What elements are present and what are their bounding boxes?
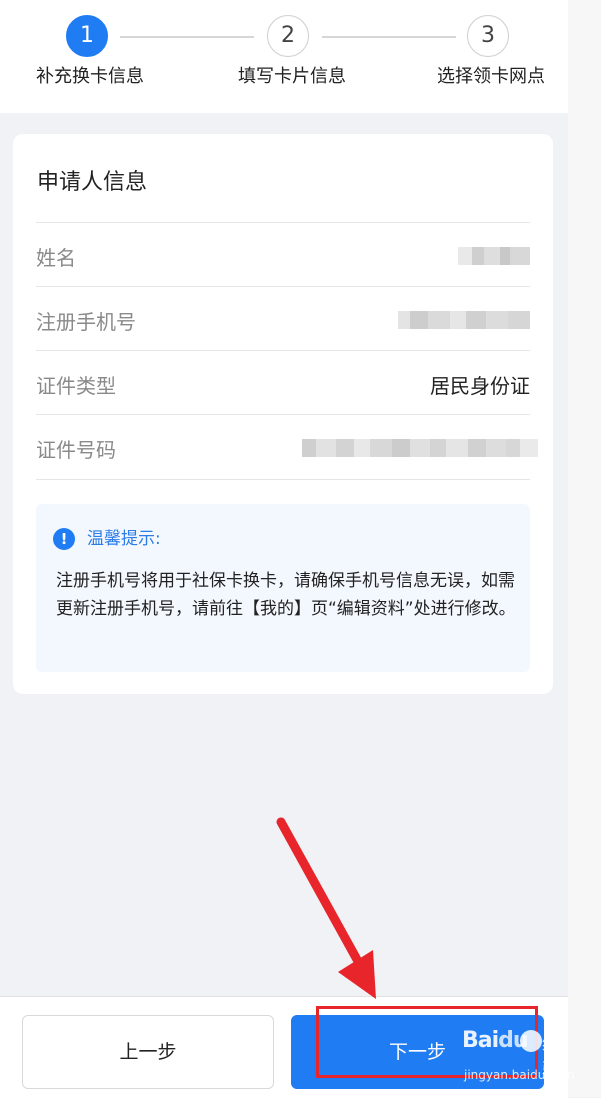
progress-stepper: 1 2 3 补充换卡信息 填写卡片信息 选择领卡网点 <box>0 0 568 113</box>
step-1-indicator: 1 <box>66 15 108 57</box>
row-label-id-number: 证件号码 <box>36 438 116 462</box>
blurred-name-value <box>458 247 530 265</box>
right-edge-strip <box>568 0 601 1097</box>
info-row-phone: 注册手机号 <box>36 286 530 351</box>
blurred-id-number-value <box>302 439 538 457</box>
watermark-url: jingyan.baidu.com <box>464 1068 575 1082</box>
card-title: 申请人信息 <box>37 170 148 195</box>
info-row-id-type: 证件类型 居民身份证 <box>36 350 530 415</box>
step-3-label: 选择领卡网点 <box>437 66 545 87</box>
step-2-indicator: 2 <box>267 15 309 57</box>
row-label-id-type: 证件类型 <box>36 374 116 398</box>
step-2-label: 填写卡片信息 <box>238 66 346 87</box>
exclamation-icon: ! <box>53 528 75 550</box>
previous-step-button[interactable]: 上一步 <box>22 1015 274 1089</box>
applicant-info-card: 申请人信息 姓名 注册手机号 证件类型 居民身份证 证件号码 ! 温馨提示: 注… <box>13 134 553 694</box>
notice-box: ! 温馨提示: 注册手机号将用于社保卡换卡，请确保手机号信息无误，如需更新注册手… <box>36 504 530 672</box>
row-label-phone: 注册手机号 <box>36 310 136 334</box>
blurred-phone-value <box>398 311 530 329</box>
info-row-id-number: 证件号码 <box>36 414 538 480</box>
baidu-logo: Baidu <box>462 1028 529 1053</box>
step-1-label: 补充换卡信息 <box>36 66 144 87</box>
step-3-indicator: 3 <box>467 15 509 57</box>
notice-body: 注册手机号将用于社保卡换卡，请确保手机号信息无误，如需更新注册手机号，请前往【我… <box>56 571 516 619</box>
paw-icon <box>520 1030 542 1052</box>
baidu-watermark: Baidu 经验 jingyan.baidu.com <box>462 1028 575 1088</box>
notice-title: 温馨提示: <box>87 529 161 549</box>
row-value-id-type: 居民身份证 <box>430 374 530 398</box>
app-screen: 1 2 3 补充换卡信息 填写卡片信息 选择领卡网点 申请人信息 姓名 注册手机… <box>0 0 568 1098</box>
info-row-name: 姓名 <box>36 222 530 287</box>
step-connector-1 <box>120 36 254 38</box>
step-connector-2 <box>322 36 456 38</box>
row-label-name: 姓名 <box>36 246 76 270</box>
